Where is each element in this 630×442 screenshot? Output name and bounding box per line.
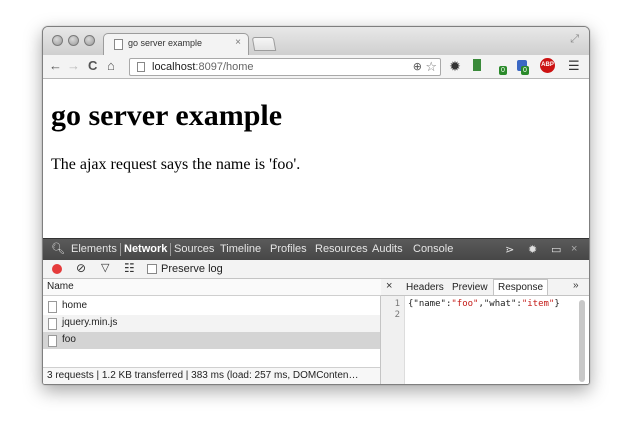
request-row[interactable]: home <box>43 298 380 315</box>
extension-badge: 0 <box>499 66 507 75</box>
request-name: foo <box>62 334 76 345</box>
preserve-log-label: Preserve log <box>161 263 223 275</box>
devtools-tab-resources[interactable]: Resources <box>315 243 368 255</box>
list-header[interactable]: Name <box>43 279 381 296</box>
json-brace: } <box>554 299 560 309</box>
network-status-bar: 3 requests | 1.2 KB transferred | 383 ms… <box>43 367 380 384</box>
address-bar[interactable]: localhost:8097/home ⊕ ☆ <box>129 58 441 76</box>
devtools-tab-elements[interactable]: Elements <box>71 243 117 255</box>
detail-tab-response[interactable]: Response <box>493 279 549 295</box>
page-icon <box>114 39 123 50</box>
console-drawer-icon[interactable]: ⋗ <box>505 243 514 256</box>
tab-title: go server example <box>128 38 203 48</box>
new-tab-button[interactable] <box>251 37 277 51</box>
close-devtools-icon[interactable]: × <box>571 243 577 255</box>
filter-icon[interactable]: ▽ <box>101 261 109 274</box>
request-row-selected[interactable]: foo <box>43 332 380 349</box>
status-text: 3 requests | 1.2 KB transferred | 383 ms… <box>47 370 359 381</box>
request-list: Name home jquery.min.js foo 3 requests |… <box>43 279 381 384</box>
tab-separator <box>120 243 121 256</box>
preserve-log-checkbox[interactable] <box>147 264 157 274</box>
line-number: 2 <box>394 310 400 320</box>
menu-icon[interactable]: ☰ <box>568 58 580 74</box>
reload-button[interactable]: C <box>88 58 97 74</box>
page-content: go server example The ajax request says … <box>43 79 589 238</box>
json-key: "what" <box>483 299 517 309</box>
close-detail-icon[interactable]: × <box>386 280 392 292</box>
file-icon <box>48 335 57 347</box>
forward-button[interactable]: → <box>67 58 80 74</box>
page-icon <box>137 62 145 72</box>
home-button[interactable]: ⌂ <box>107 58 115 74</box>
line-number: 1 <box>394 299 400 309</box>
extension-green-icon[interactable] <box>471 59 485 73</box>
view-options-icon[interactable]: ☷ <box>124 261 135 275</box>
devtools-tab-network[interactable]: Network <box>124 243 167 255</box>
devtools-tab-sources[interactable]: Sources <box>174 243 214 255</box>
close-window-button[interactable] <box>52 35 63 46</box>
extension-counter-icon[interactable]: 0 <box>493 59 507 75</box>
json-string: "item" <box>521 299 555 309</box>
settings-gear-icon[interactable]: ✹ <box>448 59 462 73</box>
title-bar: go server example × ⤢ <box>43 27 589 55</box>
browser-toolbar: ← → C ⌂ localhost:8097/home ⊕ ☆ ✹ 0 0 AB… <box>43 55 589 79</box>
detail-tab-bar: × Headers Preview Response » <box>381 279 589 296</box>
clear-icon[interactable]: ⊘ <box>76 261 86 275</box>
file-icon <box>48 318 57 330</box>
json-key: "name" <box>413 299 446 309</box>
inspect-search-icon[interactable]: 🔍︎ <box>51 242 65 255</box>
vertical-scrollbar[interactable] <box>579 300 585 382</box>
minimize-window-button[interactable] <box>68 35 79 46</box>
extension-blue-icon[interactable]: 0 <box>515 59 529 75</box>
browser-tab[interactable]: go server example × <box>103 33 249 55</box>
url-host: localhost <box>152 61 196 73</box>
devtools-tab-console[interactable]: Console <box>413 243 453 255</box>
bookmark-star-icon[interactable]: ☆ <box>425 59 437 75</box>
zoom-icon[interactable]: ⊕ <box>413 60 422 73</box>
adblock-icon[interactable]: ABP <box>540 58 555 73</box>
page-heading: go server example <box>51 99 283 132</box>
line-number-gutter: 1 2 <box>381 296 405 384</box>
extension-badge: 0 <box>521 66 529 75</box>
file-icon <box>48 301 57 313</box>
tab-separator <box>170 243 171 256</box>
zoom-window-button[interactable] <box>84 35 95 46</box>
response-code: {"name":"foo","what":"item"} <box>408 299 560 309</box>
dock-side-icon[interactable]: ▭ <box>551 243 561 256</box>
browser-window: go server example × ⤢ ← → C ⌂ localhost:… <box>42 26 590 385</box>
devtools-tab-profiles[interactable]: Profiles <box>270 243 307 255</box>
response-viewer[interactable]: 1 2 {"name":"foo","what":"item"} <box>381 296 589 384</box>
name-column-header[interactable]: Name <box>47 281 74 292</box>
request-row[interactable]: jquery.min.js <box>43 315 380 332</box>
record-icon[interactable] <box>52 264 62 274</box>
detail-tab-headers[interactable]: Headers <box>406 282 444 293</box>
url-path: :8097/home <box>195 61 254 73</box>
request-name: jquery.min.js <box>62 317 118 328</box>
page-paragraph: The ajax request says the name is 'foo'. <box>51 156 301 173</box>
devtools-settings-gear-icon[interactable]: ✹ <box>528 243 537 256</box>
devtools-tab-audits[interactable]: Audits <box>372 243 403 255</box>
back-button[interactable]: ← <box>49 58 62 74</box>
fullscreen-icon[interactable]: ⤢ <box>570 33 579 46</box>
more-tabs-icon[interactable]: » <box>573 280 579 291</box>
devtools-tab-bar: 🔍︎ Elements Network Sources Timeline Pro… <box>43 238 589 260</box>
detail-tab-preview[interactable]: Preview <box>452 282 488 293</box>
close-tab-icon[interactable]: × <box>235 37 241 48</box>
url-text[interactable]: localhost:8097/home <box>152 61 254 73</box>
network-toolbar: ⊘ ▽ ☷ Preserve log <box>43 260 589 279</box>
json-string: "foo" <box>451 299 479 309</box>
devtools-tab-timeline[interactable]: Timeline <box>220 243 261 255</box>
request-name: home <box>62 300 88 311</box>
